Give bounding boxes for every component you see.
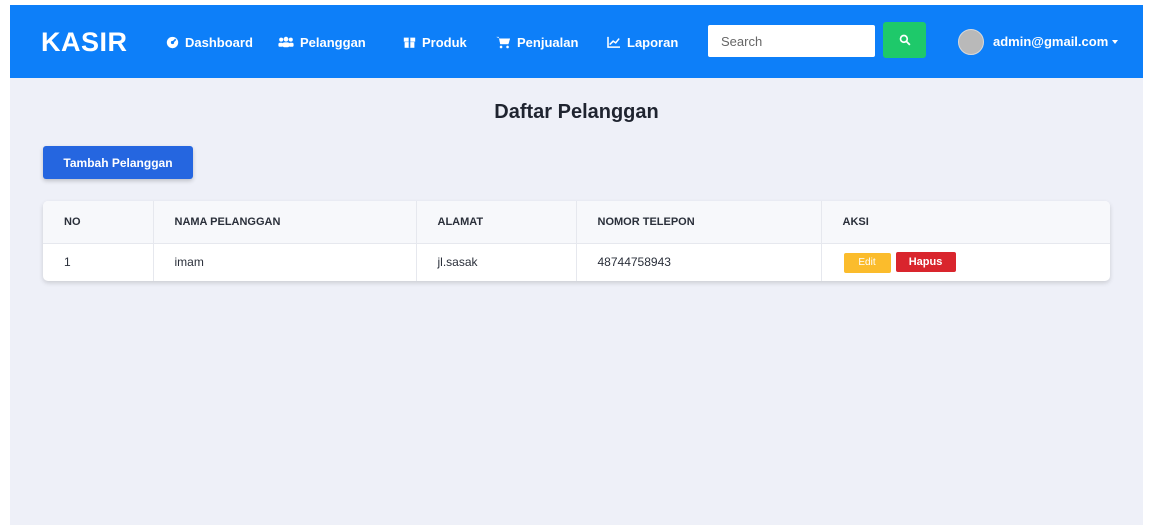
app-frame: KASIR Dashboard Pelanggan Produk Penjual… (10, 5, 1143, 525)
caret-down-icon (1112, 39, 1119, 44)
nav-penjualan-label: Penjualan (517, 34, 579, 50)
dashboard-icon (166, 36, 179, 48)
search-button[interactable] (883, 22, 926, 58)
nav-produk-label: Produk (422, 34, 467, 50)
add-customer-button[interactable]: Tambah Pelanggan (43, 146, 193, 179)
user-menu-dropdown[interactable]: admin@gmail.com (993, 34, 1119, 49)
column-header-alamat: ALAMAT (416, 201, 577, 243)
search-input[interactable] (708, 25, 875, 57)
table-row: 1 imam jl.sasak 48744758943 Edit Hapus (43, 243, 1110, 281)
user-email: admin@gmail.com (993, 34, 1109, 49)
column-header-nama: NAMA PELANGGAN (153, 201, 417, 243)
box-icon (403, 37, 416, 48)
cell-alamat: jl.sasak (416, 243, 577, 281)
nav-laporan-label: Laporan (627, 34, 679, 50)
page-title: Daftar Pelanggan (494, 101, 659, 123)
nav-produk[interactable]: Produk (403, 32, 467, 52)
nav-laporan[interactable]: Laporan (607, 32, 678, 52)
nav-penjualan[interactable]: Penjualan (496, 32, 578, 52)
column-header-aksi: AKSI (842, 215, 869, 228)
users-icon (278, 36, 294, 48)
nav-dashboard[interactable]: Dashboard (166, 32, 253, 52)
customer-table: NO NAMA PELANGGAN ALAMAT NOMOR TELEPON A… (43, 201, 1110, 281)
cell-telepon: 48744758943 (576, 243, 822, 281)
avatar[interactable] (958, 29, 984, 55)
customer-table-card: NO NAMA PELANGGAN ALAMAT NOMOR TELEPON A… (43, 201, 1110, 281)
chart-line-icon (607, 36, 620, 48)
cell-nama: imam (153, 243, 417, 281)
cart-icon (496, 36, 510, 48)
nav-dashboard-label: Dashboard (185, 34, 253, 50)
cell-no: 1 (43, 243, 154, 281)
edit-button[interactable]: Edit (843, 252, 891, 273)
nav-pelanggan[interactable]: Pelanggan (278, 32, 366, 52)
search-icon (899, 34, 911, 46)
delete-button[interactable]: Hapus (895, 252, 956, 272)
cell-aksi: Edit Hapus (821, 243, 1110, 281)
column-header-telepon: NOMOR TELEPON (576, 201, 822, 243)
brand-logo[interactable]: KASIR (41, 27, 128, 58)
nav-pelanggan-label: Pelanggan (300, 34, 366, 50)
table-header-row: NO NAMA PELANGGAN ALAMAT NOMOR TELEPON A… (43, 201, 1110, 243)
navbar: KASIR Dashboard Pelanggan Produk Penjual… (10, 5, 1143, 78)
column-header-no: NO (43, 201, 154, 243)
